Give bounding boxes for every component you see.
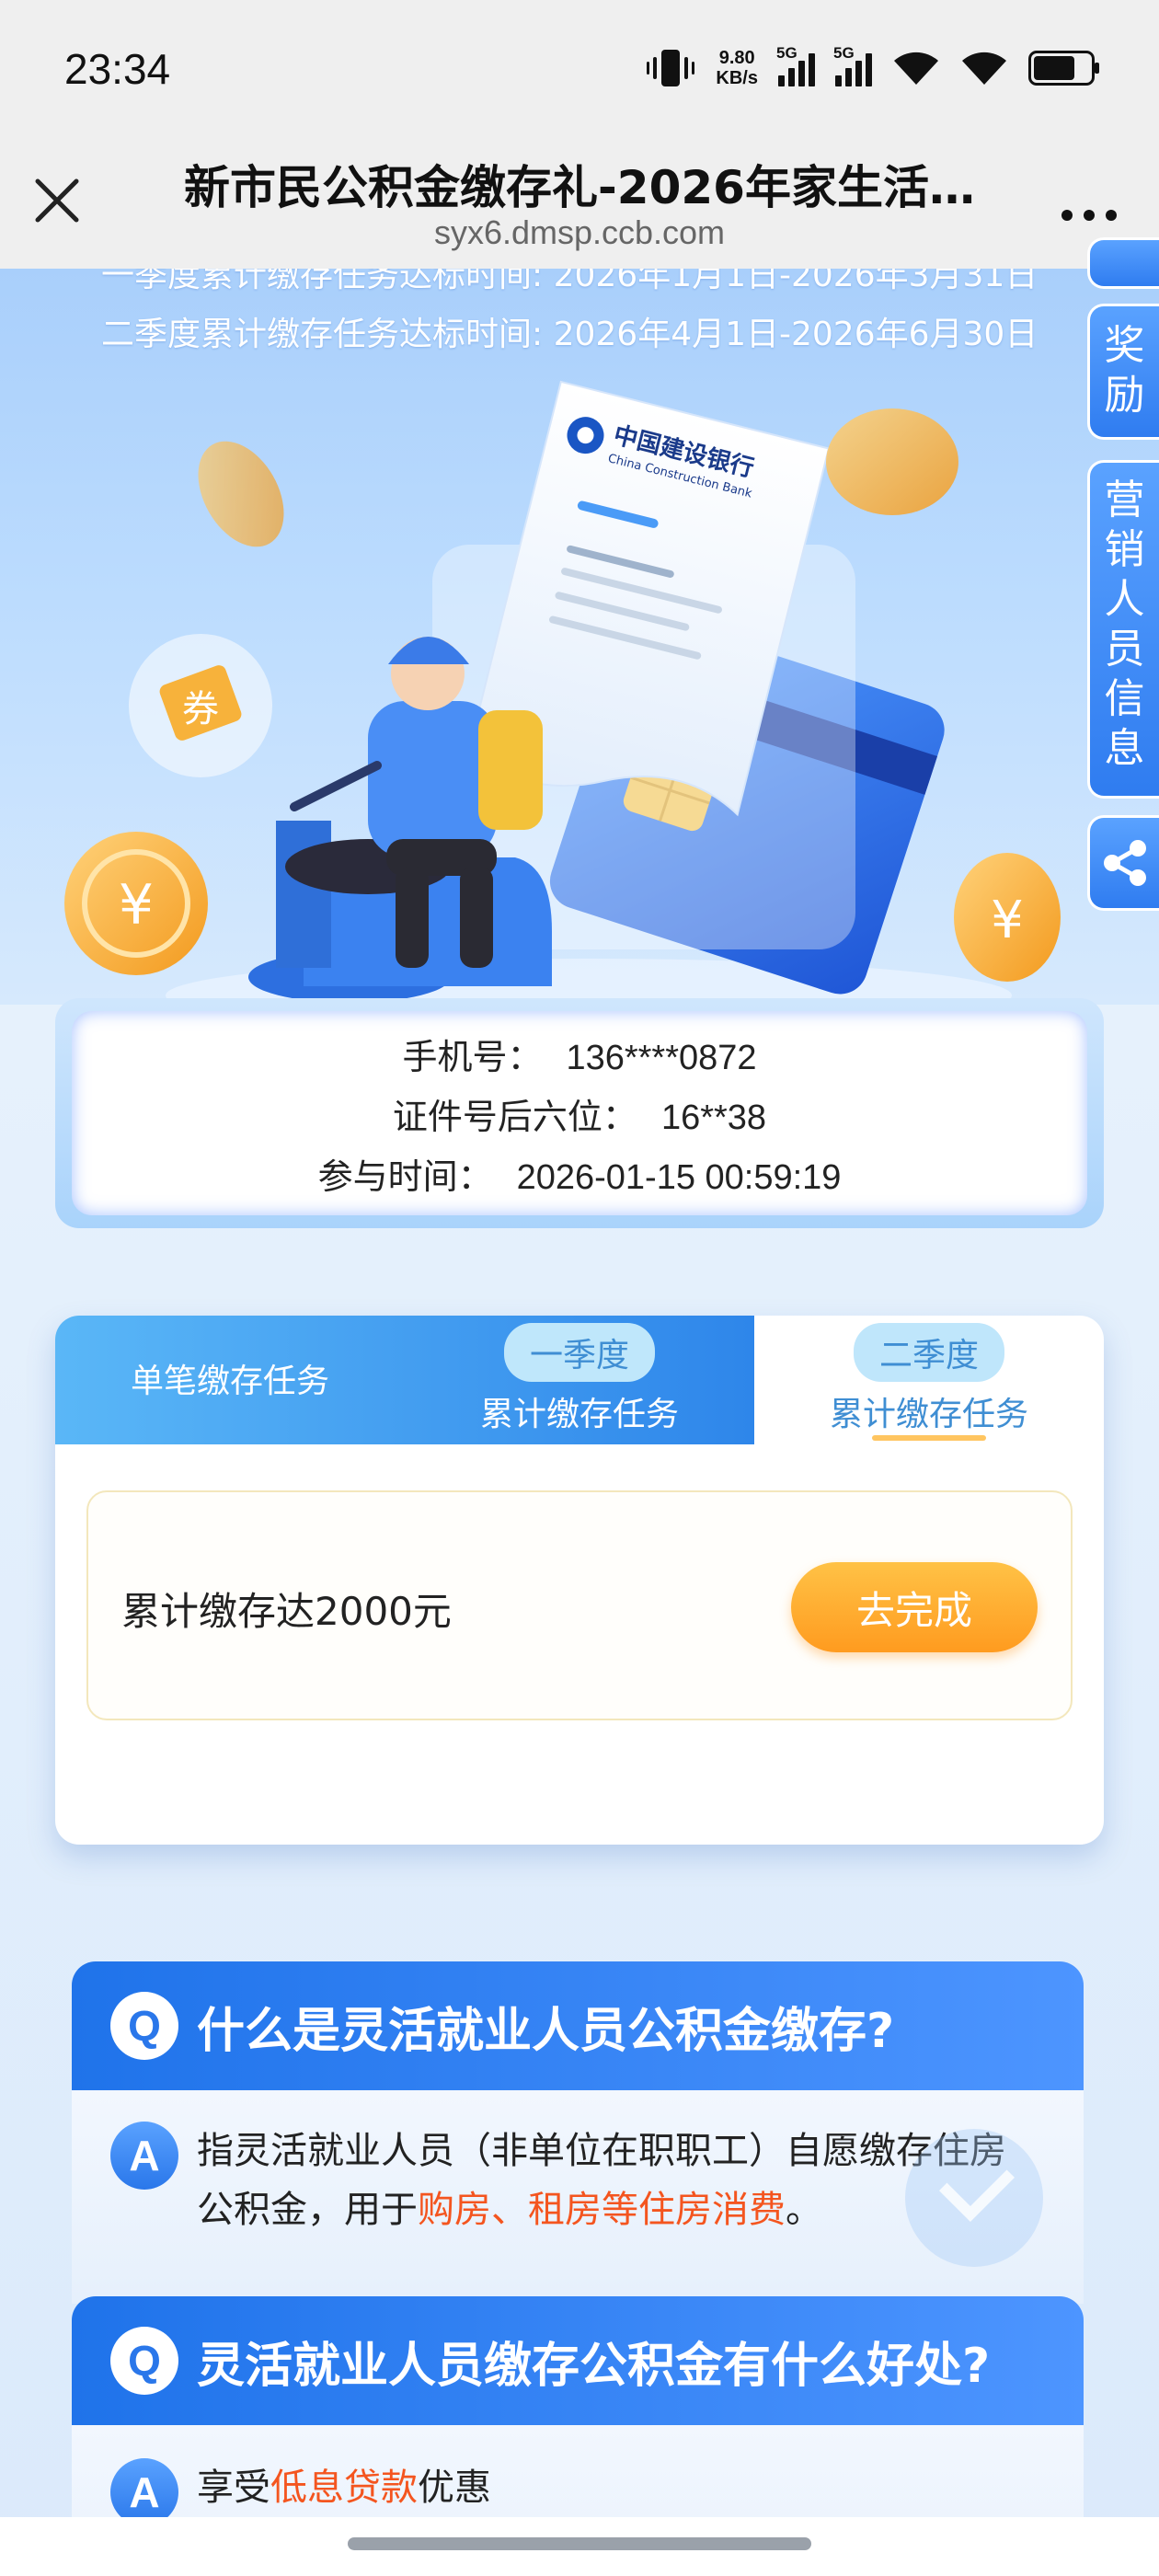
task-item-text: 累计缴存达2000元 <box>121 1589 452 1634</box>
question-badge-icon: Q <box>110 1992 178 2060</box>
battery-icon <box>1028 51 1099 86</box>
user-info-inner: 手机号： 136****0872 证件号后六位： 16**38 参与时间： 2026-… <box>72 1011 1087 1215</box>
net-speed: 9.80 KB/s <box>716 48 758 88</box>
question-badge-icon: Q <box>110 2327 178 2395</box>
answer-badge-icon: A <box>110 2122 178 2190</box>
net-speed-value: 9.80 <box>718 48 755 68</box>
coin-graphic-right: ¥ <box>954 853 1061 982</box>
more-button[interactable] <box>1060 177 1119 232</box>
faq-question-bar: Q 灵活就业人员缴存公积金有什么好处? <box>72 2296 1084 2425</box>
svg-text:¥: ¥ <box>119 873 154 937</box>
coin-graphic-top-right <box>826 408 958 515</box>
side-tab-top[interactable] <box>1087 237 1159 289</box>
id-value: 16**38 <box>660 1098 767 1137</box>
id-row: 证件号后六位： 16**38 <box>393 1088 766 1139</box>
task-item: 累计缴存达2000元 去完成 <box>86 1490 1073 1720</box>
faq-answer-highlight: 购房、租房等住房消费 <box>418 2189 786 2231</box>
task-card: 单笔缴存任务 一季度 累计缴存任务 二季度 累计缴存任务 累计缴存达2000元 … <box>55 1316 1104 1845</box>
answer-badge-icon: A <box>110 2458 178 2526</box>
reward-tab[interactable]: 奖励 <box>1087 304 1159 440</box>
user-info-card: 手机号： 136****0872 证件号后六位： 16**38 参与时间： 2026-… <box>55 998 1104 1228</box>
phone-row: 手机号： 136****0872 <box>402 1029 756 1079</box>
phone-label: 手机号： <box>402 1036 543 1077</box>
share-button[interactable] <box>1087 815 1159 911</box>
faq-answer-text: 享受 <box>197 2467 270 2509</box>
close-button[interactable] <box>28 171 86 230</box>
faq-answer: 指灵活就业人员（非单位在职职工）自愿缴存住房公积金，用于购房、租房等住房消费。 <box>197 2122 1006 2304</box>
checkmark-watermark-icon <box>905 2129 1043 2267</box>
faq-answer-box: A 指灵活就业人员（非单位在职职工）自愿缴存住房公积金，用于购房、租房等住房消费… <box>72 2090 1084 2304</box>
wifi-icon <box>894 52 938 85</box>
join-time-label: 参与时间： <box>317 1156 493 1197</box>
page-url: syx6.dmsp.ccb.com <box>433 213 726 251</box>
tab-q1-cumulative[interactable]: 一季度 累计缴存任务 <box>405 1316 754 1444</box>
go-complete-button[interactable]: 去完成 <box>791 1562 1038 1652</box>
coupon-char: 券 <box>182 688 219 730</box>
close-icon <box>35 178 79 223</box>
join-time-value: 2026-01-15 00:59:19 <box>516 1157 842 1197</box>
sim1-label: 5G <box>776 44 798 62</box>
faq-item: Q 什么是灵活就业人员公积金缴存? A 指灵活就业人员（非单位在职职工）自愿缴存… <box>72 1961 1084 2304</box>
page: 23:34 9.80 KB/s 5G 5G 新市民公积金缴存礼-2026年家生活… <box>0 0 1159 2576</box>
phone-value: 136****0872 <box>566 1038 757 1077</box>
vibrate-icon <box>647 50 695 86</box>
status-icons: 9.80 KB/s 5G 5G <box>646 44 1099 88</box>
tab-q2-label: 累计缴存任务 <box>829 1396 1028 1433</box>
active-tab-indicator <box>872 1435 986 1441</box>
coupon-bubble-graphic: 券 <box>129 634 272 777</box>
coin-graphic-top-left <box>198 441 284 547</box>
join-time-row: 参与时间： 2026-01-15 00:59:19 <box>318 1148 842 1199</box>
top-bar: 23:34 9.80 KB/s 5G 5G 新市民公积金缴存礼-2026年家生活… <box>0 0 1159 269</box>
tab-q1-pill: 一季度 <box>503 1323 656 1382</box>
faq-question: 灵活就业人员缴存公积金有什么好处? <box>197 2338 991 2394</box>
status-bar: 23:34 9.80 KB/s 5G 5G <box>0 0 1159 138</box>
signal-sim2-icon: 5G <box>833 44 872 86</box>
reward-tab-label: 奖励 <box>1104 322 1145 419</box>
faq-question-bar: Q 什么是灵活就业人员公积金缴存? <box>72 1961 1084 2090</box>
tab-single-deposit-label: 单笔缴存任务 <box>130 1363 329 1400</box>
id-label: 证件号后六位： <box>392 1096 637 1137</box>
page-title: 新市民公积金缴存礼-2026年家生活… <box>184 161 975 214</box>
tab-q2-pill: 二季度 <box>853 1323 1005 1382</box>
task-tabs: 单笔缴存任务 一季度 累计缴存任务 二季度 累计缴存任务 <box>55 1316 1104 1444</box>
coin-graphic-left: ¥ <box>64 832 208 975</box>
sales-tab-label: 营销人员信息 <box>1104 477 1145 772</box>
hero-illustration: 中国建设银行 China Construction Bank ¥ ¥ 券 <box>64 380 1061 1005</box>
sim2-label: 5G <box>833 44 855 62</box>
status-time: 23:34 <box>64 45 171 93</box>
signal-sim1-icon: 5G <box>776 44 815 86</box>
faq-answer-suffix: 。 <box>786 2189 822 2231</box>
faq-answer-highlight: 低息贷款 <box>270 2467 418 2509</box>
page-header: 新市民公积金缴存礼-2026年家生活… syx6.dmsp.ccb.com <box>0 138 1159 269</box>
net-speed-unit: KB/s <box>716 68 758 88</box>
hero-banner: 一季度累计缴存任务达标时间: 2026年1月1日-2026年3月31日 二季度累… <box>0 269 1159 1005</box>
faq-answer-suffix: 优惠 <box>418 2467 491 2509</box>
tab-q1-label: 累计缴存任务 <box>479 1396 679 1433</box>
home-indicator[interactable] <box>348 2537 811 2550</box>
tab-q2-cumulative[interactable]: 二季度 累计缴存任务 <box>754 1316 1104 1444</box>
svg-text:¥: ¥ <box>991 891 1024 950</box>
wifi-icon-2 <box>962 52 1006 85</box>
sales-staff-info-tab[interactable]: 营销人员信息 <box>1087 460 1159 799</box>
faq-question: 什么是灵活就业人员公积金缴存? <box>197 2003 895 2059</box>
tab-single-deposit[interactable]: 单笔缴存任务 <box>55 1316 405 1444</box>
more-icon <box>1061 210 1117 221</box>
share-icon <box>1103 840 1146 886</box>
